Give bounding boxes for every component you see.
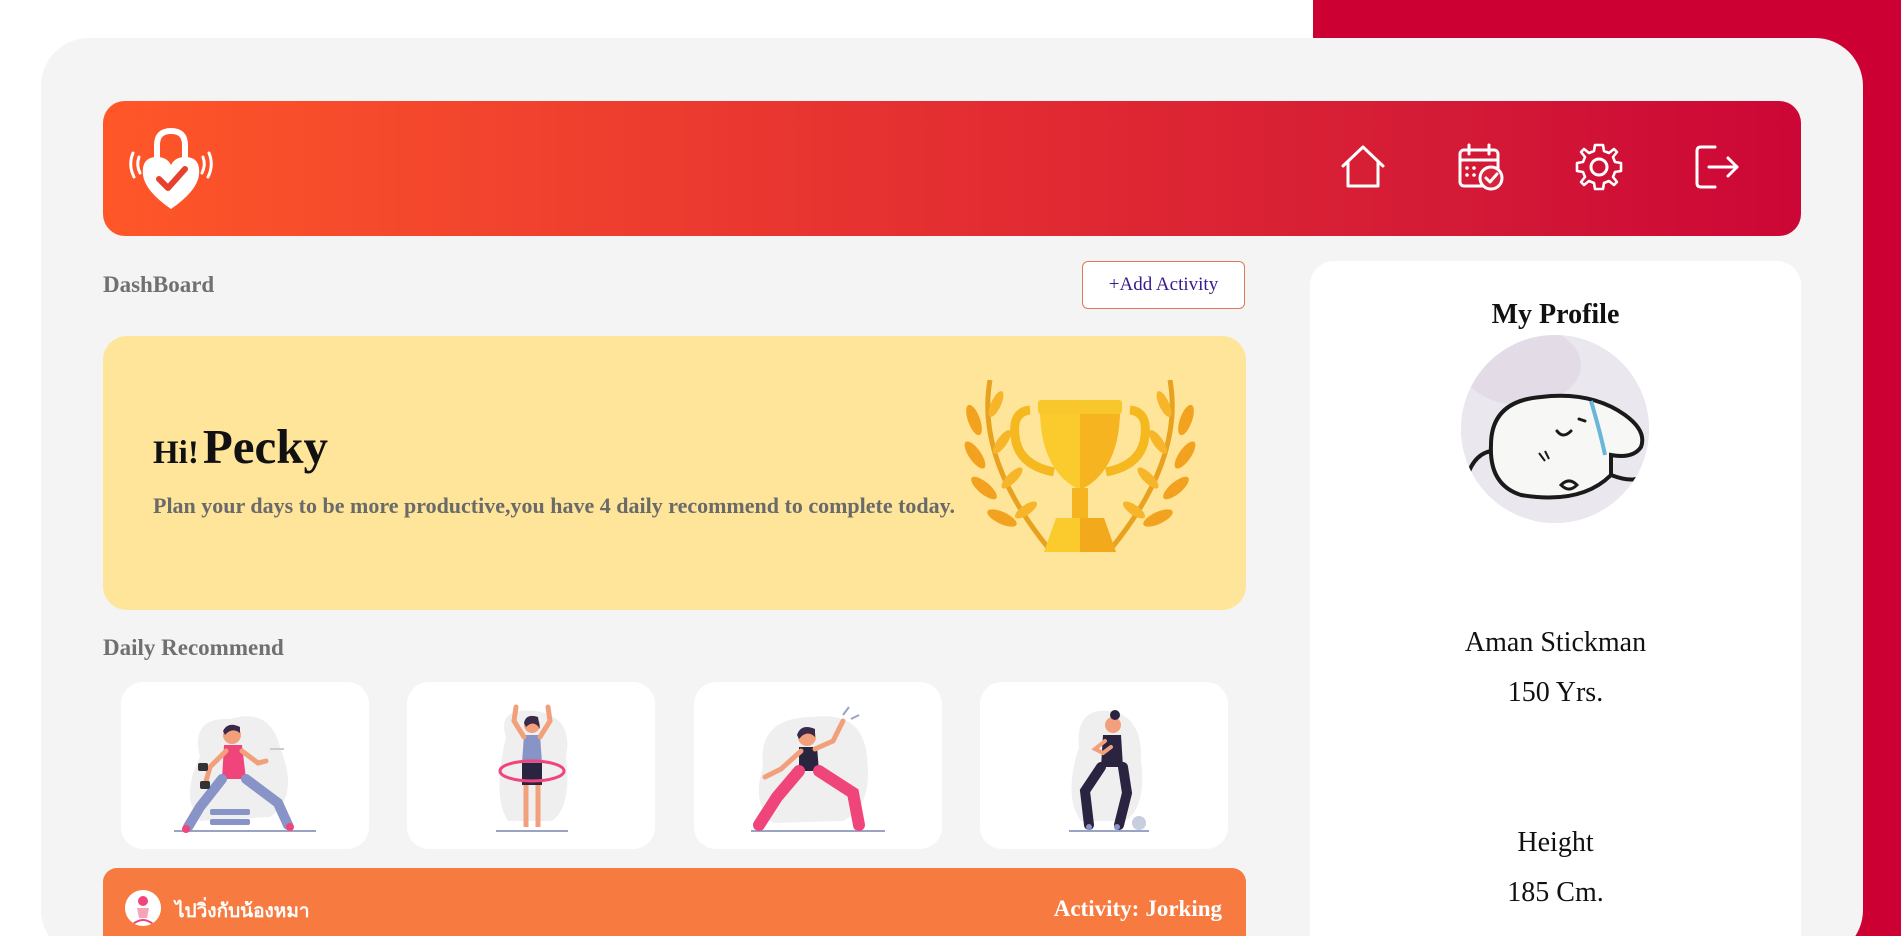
stretch-lunge-illustration — [751, 706, 885, 832]
welcome-banner: Hi! Pecky Plan your days to be more prod… — [103, 336, 1246, 610]
welcome-message: Plan your days to be more productive,you… — [153, 493, 955, 518]
heart-lock-check-icon[interactable] — [125, 123, 217, 215]
activity-type-value: Jorking — [1145, 896, 1222, 921]
profile-card: My Profile Aman Stickman 150 Yrs. Height… — [1310, 261, 1801, 936]
hula-hoop-illustration — [496, 704, 568, 832]
profile-title: My Profile — [1491, 299, 1620, 330]
activity-type-label: Activity: — [1053, 896, 1140, 921]
recommend-card-hula-hoop[interactable] — [407, 682, 655, 849]
daily-recommend-title: Daily Recommend — [103, 635, 284, 660]
activity-type: Activity: Jorking — [1048, 896, 1222, 922]
profile-age: 150 Yrs. — [1507, 677, 1604, 708]
logout-icon[interactable] — [1689, 139, 1745, 195]
user-name: Pecky — [202, 419, 329, 474]
activity-name: ไปวิ่งกับน้องหมา — [175, 900, 310, 922]
top-header — [103, 101, 1801, 236]
profile-height-label: Height — [1517, 827, 1594, 858]
add-activity-button[interactable]: +Add Activity — [1082, 261, 1245, 309]
recommend-card-stretch[interactable] — [694, 682, 942, 849]
calendar-check-icon[interactable] — [1453, 139, 1509, 195]
avatar[interactable] — [1461, 335, 1649, 523]
gear-icon[interactable] — [1571, 139, 1627, 195]
dashboard-title: DashBoard — [103, 272, 215, 297]
squat-ball-illustration — [1069, 710, 1149, 832]
profile-full-name: Aman Stickman — [1464, 627, 1647, 658]
recommend-card-dumbbell[interactable] — [121, 682, 369, 849]
trophy-icon — [960, 379, 1200, 570]
profile-height-value: 185 Cm. — [1507, 877, 1604, 908]
greeting-hi: Hi! — [153, 435, 199, 471]
page: DashBoard +Add Activity Hi! Pecky Plan y… — [0, 0, 1901, 936]
home-icon[interactable] — [1335, 139, 1391, 195]
activity-item[interactable]: ไปวิ่งกับน้องหมา Activity: Jorking — [103, 868, 1246, 936]
greeting: Hi! Pecky — [153, 418, 328, 475]
dumbbell-lunge-illustration — [174, 716, 316, 833]
activity-avatar — [125, 890, 161, 926]
recommend-card-squat[interactable] — [980, 682, 1228, 849]
